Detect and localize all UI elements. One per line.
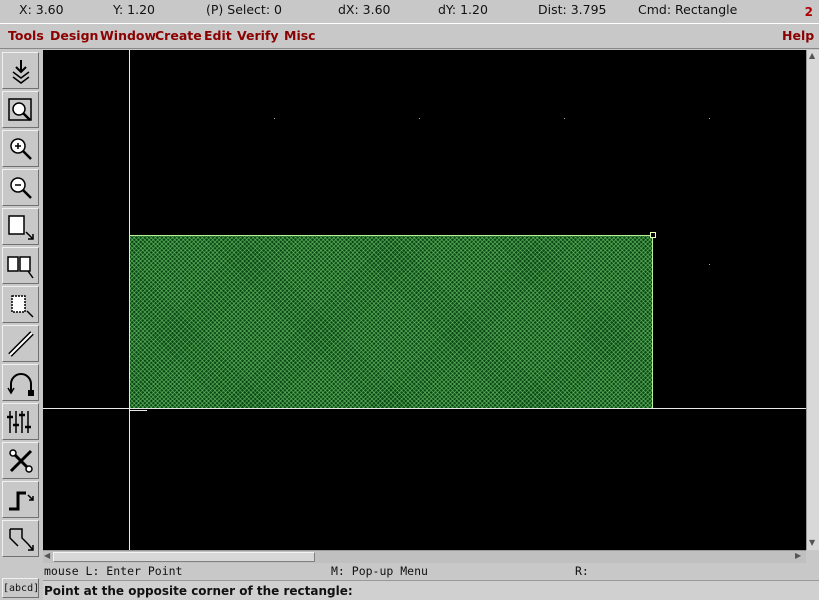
wire-icon (9, 491, 34, 511)
path-button[interactable] (2, 325, 39, 362)
mouse-right-hint: R: (575, 564, 589, 578)
current-command: Cmd: Rectangle (638, 2, 738, 17)
polygon-icon (9, 528, 34, 551)
zoom-in-icon (10, 138, 32, 160)
undo-icon (7, 373, 34, 396)
prompt-text: Point at the opposite corner of the rect… (44, 584, 353, 598)
grid-dot (709, 118, 710, 119)
horizontal-scroll-thumb[interactable] (53, 552, 315, 562)
mouse-left-hint: mouse L: Enter Point (44, 564, 183, 578)
move-button[interactable] (2, 286, 39, 323)
menu-window[interactable]: Window (100, 28, 156, 43)
zoom-out-icon (10, 177, 32, 199)
polygon-button[interactable] (2, 520, 39, 557)
save-button[interactable] (2, 52, 39, 89)
scroll-left-icon[interactable]: ◀ (44, 551, 50, 560)
dx-value: dX: 3.60 (338, 2, 391, 17)
abcd-button[interactable]: [abcd] (2, 578, 39, 598)
properties-icon (7, 411, 31, 433)
vertical-scrollbar[interactable]: ▲ ▼ (806, 50, 819, 550)
menu-help[interactable]: Help (782, 28, 814, 43)
stretch-icon (8, 215, 34, 240)
select-count: (P) Select: 0 (206, 2, 282, 17)
grid-dot (709, 264, 710, 265)
distance-value: Dist: 3.795 (538, 2, 607, 17)
undo-button[interactable] (2, 364, 39, 401)
zoom-in-button[interactable] (2, 130, 39, 167)
fit-icon (8, 98, 32, 121)
copy-button[interactable] (2, 247, 39, 284)
status-bar: X: 3.60 Y: 1.20 (P) Select: 0 dX: 3.60 d… (0, 0, 819, 22)
command-prompt: Point at the opposite corner of the rect… (43, 580, 819, 600)
grid-dot (564, 118, 565, 119)
crosshair-vertical (129, 50, 130, 550)
zoom-out-button[interactable] (2, 169, 39, 206)
menu-create[interactable]: Create (155, 28, 202, 43)
tool-palette (0, 50, 42, 577)
y-coordinate: Y: 1.20 (113, 2, 155, 17)
grid-dot (274, 118, 275, 119)
layout-canvas[interactable] (43, 50, 806, 550)
drawn-rectangle[interactable] (129, 235, 653, 409)
horizontal-scrollbar[interactable]: ◀ ▶ (43, 550, 806, 563)
path-icon (8, 331, 34, 357)
tools-icon (9, 449, 33, 473)
copy-icon (7, 256, 34, 279)
wire-button[interactable] (2, 481, 39, 518)
menu-design[interactable]: Design (50, 28, 98, 43)
fit-button[interactable] (2, 91, 39, 128)
scroll-down-icon[interactable]: ▼ (809, 538, 815, 547)
cursor-marker (129, 410, 147, 411)
move-icon (11, 295, 34, 318)
scroll-up-icon[interactable]: ▲ (809, 51, 815, 60)
menu-bar: Tools Design Window Create Edit Verify M… (0, 23, 819, 49)
stretch-button[interactable] (2, 208, 39, 245)
save-icon (12, 60, 30, 84)
crosshair-horizontal (43, 408, 806, 409)
menu-verify[interactable]: Verify (237, 28, 279, 43)
rectangle-corner-handle[interactable] (650, 232, 656, 238)
x-coordinate: X: 3.60 (19, 2, 64, 17)
dy-value: dY: 1.20 (438, 2, 488, 17)
menu-edit[interactable]: Edit (204, 28, 232, 43)
window-number: 2 (804, 5, 813, 19)
menu-misc[interactable]: Misc (284, 28, 316, 43)
scroll-right-icon[interactable]: ▶ (795, 551, 801, 560)
menu-tools[interactable]: Tools (8, 28, 44, 43)
grid-dot (419, 118, 420, 119)
mouse-binding-bar: mouse L: Enter Point M: Pop-up Menu R: (43, 563, 819, 579)
properties-button[interactable] (2, 403, 39, 440)
mouse-middle-hint: M: Pop-up Menu (331, 564, 428, 578)
tools-button[interactable] (2, 442, 39, 479)
